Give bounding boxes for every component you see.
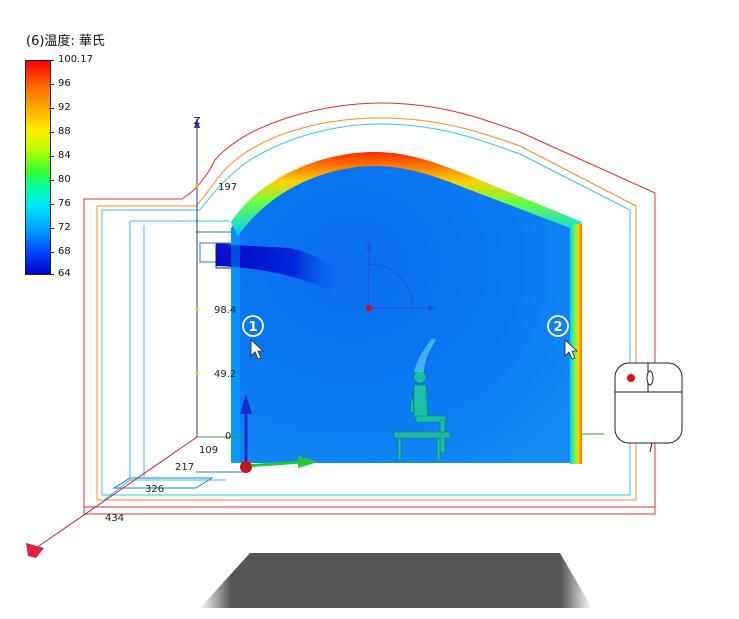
legend-tick-label: 96 xyxy=(58,78,71,89)
legend-tick-label: 84 xyxy=(58,150,71,161)
z-tick-label: 98.4 xyxy=(214,305,236,316)
z-tick-label: 197 xyxy=(218,182,237,193)
legend-tick-mark xyxy=(49,60,54,61)
legend-tick-mark xyxy=(49,252,54,253)
marker-1-label: 1 xyxy=(248,320,257,335)
color-scale-bar xyxy=(25,60,51,275)
legend-tick-mark xyxy=(49,84,54,85)
legend-tick-label: 76 xyxy=(58,198,71,209)
z-axis-label: Z xyxy=(194,116,201,127)
x-tick-label: 326 xyxy=(145,484,164,495)
legend-tick-mark xyxy=(49,108,54,109)
z-tick-label: 0 xyxy=(225,431,231,442)
marker-2-label: 2 xyxy=(553,320,562,335)
legend-tick-mark xyxy=(49,180,54,181)
legend-tick-label: 72 xyxy=(58,222,71,233)
legend-tick-label: 80 xyxy=(58,174,71,185)
mouse-navigation-icon[interactable] xyxy=(614,362,683,453)
legend-tick-label: 64 xyxy=(58,268,71,279)
x-tick-label: 434 xyxy=(105,513,124,524)
simulation-viewport[interactable]: 1 2 Z 197 98.4 49.2 0 109 217 326 434 xyxy=(0,0,739,619)
legend-tick-mark xyxy=(49,156,54,157)
legend-tick-label: 88 xyxy=(58,126,71,137)
legend-tick-label: 68 xyxy=(58,246,71,257)
legend-tick-mark xyxy=(49,274,54,275)
legend-tick-mark xyxy=(49,132,54,133)
legend-tick-mark xyxy=(49,204,54,205)
z-tick-label: 49.2 xyxy=(214,369,236,380)
legend-tick-mark xyxy=(49,228,54,229)
x-tick-label: 217 xyxy=(175,462,194,473)
x-tick-label: 109 xyxy=(199,445,218,456)
floor-shadow xyxy=(200,553,592,608)
hot-right-wall xyxy=(570,224,582,464)
legend-title: (6)温度: 華氏 xyxy=(26,34,105,49)
legend-tick-label: 92 xyxy=(58,102,71,113)
legend-tick-label: 100.17 xyxy=(58,54,93,65)
